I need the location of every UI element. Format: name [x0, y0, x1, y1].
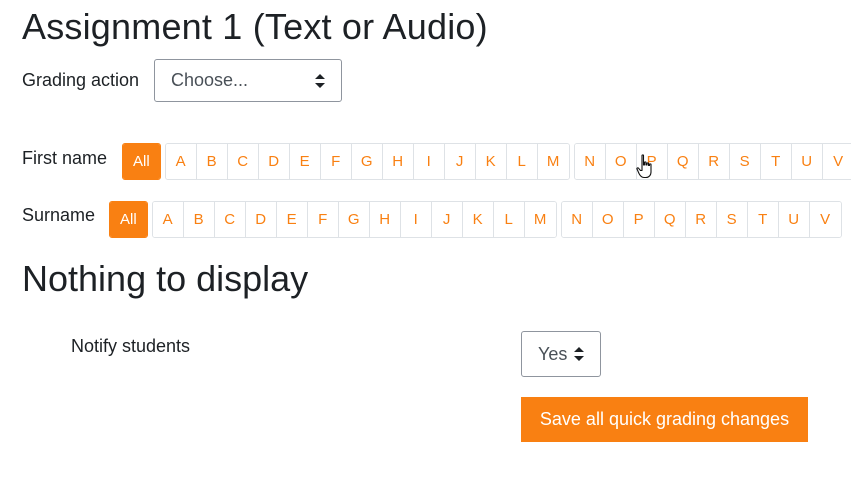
- surname-initial[interactable]: C: [214, 202, 246, 237]
- surname-initial[interactable]: L: [493, 202, 525, 237]
- firstname-all-group: All: [122, 143, 161, 180]
- surname-initial[interactable]: O: [592, 202, 624, 237]
- surname-initial[interactable]: N: [561, 202, 593, 237]
- surname-initial[interactable]: M: [524, 202, 556, 237]
- firstname-initial[interactable]: N: [574, 144, 606, 179]
- firstname-initials-bar: All A B C D E F G H I J K L M N O P Q R …: [122, 143, 851, 180]
- firstname-initial[interactable]: A: [165, 144, 197, 179]
- surname-initials-bar: All A B C D E F G H I J K L M N O P Q R …: [109, 201, 842, 238]
- firstname-initial[interactable]: G: [351, 144, 383, 179]
- firstname-group-n-z: N O P Q R S T U V: [573, 143, 851, 180]
- grading-action-value: Choose...: [171, 70, 249, 90]
- firstname-filter-label: First name: [22, 148, 108, 168]
- surname-initial[interactable]: T: [747, 202, 779, 237]
- notify-students-select[interactable]: Yes: [521, 331, 601, 377]
- empty-state-message: Nothing to display: [22, 258, 309, 299]
- surname-filter-label: Surname: [22, 205, 96, 225]
- firstname-initial[interactable]: L: [506, 144, 538, 179]
- firstname-initial[interactable]: R: [698, 144, 730, 179]
- firstname-initial[interactable]: O: [605, 144, 637, 179]
- firstname-initial[interactable]: D: [258, 144, 290, 179]
- sort-arrows-icon: [315, 73, 325, 88]
- firstname-initial[interactable]: B: [196, 144, 228, 179]
- firstname-group-a-m: A B C D E F G H I J K L M: [164, 143, 570, 180]
- firstname-initial[interactable]: K: [475, 144, 507, 179]
- surname-initial[interactable]: E: [276, 202, 308, 237]
- surname-initial[interactable]: D: [245, 202, 277, 237]
- surname-initial[interactable]: H: [369, 202, 401, 237]
- firstname-initial[interactable]: J: [444, 144, 476, 179]
- firstname-initial[interactable]: U: [791, 144, 823, 179]
- surname-all-button[interactable]: All: [110, 202, 147, 237]
- surname-initial[interactable]: U: [778, 202, 810, 237]
- save-quick-grading-button[interactable]: Save all quick grading changes: [521, 397, 808, 442]
- firstname-initial[interactable]: V: [822, 144, 851, 179]
- surname-group-a-m: A B C D E F G H I J K L M: [151, 201, 557, 238]
- surname-initial[interactable]: F: [307, 202, 339, 237]
- notify-students-value: Yes: [538, 343, 568, 364]
- firstname-initial[interactable]: F: [320, 144, 352, 179]
- surname-all-group: All: [109, 201, 148, 238]
- firstname-all-button[interactable]: All: [123, 144, 160, 179]
- surname-initial[interactable]: P: [623, 202, 655, 237]
- firstname-initial[interactable]: H: [382, 144, 414, 179]
- firstname-initial[interactable]: S: [729, 144, 761, 179]
- firstname-initial[interactable]: I: [413, 144, 445, 179]
- surname-initial[interactable]: J: [431, 202, 463, 237]
- surname-initial[interactable]: I: [400, 202, 432, 237]
- surname-initial[interactable]: R: [685, 202, 717, 237]
- firstname-initial[interactable]: M: [537, 144, 569, 179]
- surname-initial[interactable]: G: [338, 202, 370, 237]
- surname-initial[interactable]: Q: [654, 202, 686, 237]
- surname-initial[interactable]: A: [152, 202, 184, 237]
- sort-arrows-icon: [574, 347, 584, 361]
- surname-initial[interactable]: B: [183, 202, 215, 237]
- surname-initial[interactable]: V: [809, 202, 841, 237]
- hand-pointer-icon: [636, 154, 652, 179]
- grading-action-label: Grading action: [22, 70, 140, 90]
- firstname-initial[interactable]: Q: [667, 144, 699, 179]
- surname-initial[interactable]: K: [462, 202, 494, 237]
- surname-group-n-z: N O P Q R S T U V: [560, 201, 842, 238]
- firstname-initial[interactable]: T: [760, 144, 792, 179]
- notify-students-label: Notify students: [71, 336, 191, 356]
- firstname-initial[interactable]: E: [289, 144, 321, 179]
- grading-action-select[interactable]: Choose...: [154, 59, 342, 102]
- surname-initial[interactable]: S: [716, 202, 748, 237]
- firstname-initial[interactable]: C: [227, 144, 259, 179]
- page-title: Assignment 1 (Text or Audio): [22, 6, 488, 47]
